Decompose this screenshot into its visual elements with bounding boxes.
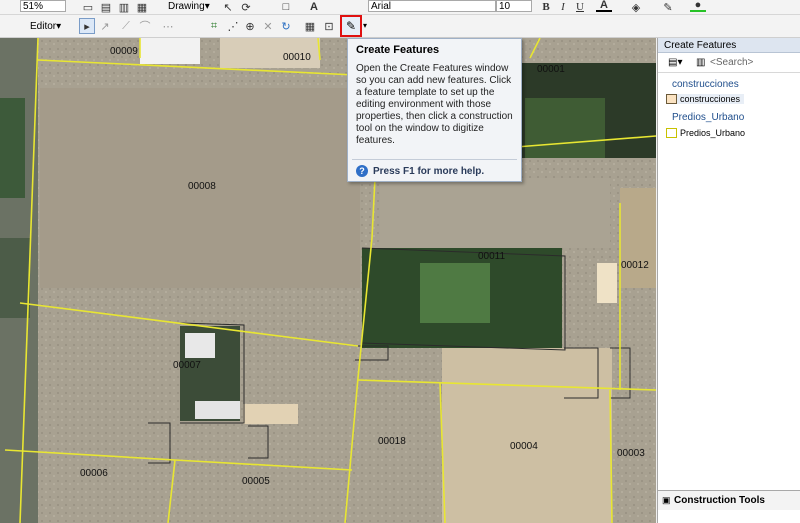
edit-vertices-icon[interactable]: ⌗: [206, 18, 222, 34]
template-list-icon[interactable]: ▥: [696, 57, 705, 68]
tooltip-help: ? Press F1 for more help.: [356, 165, 484, 177]
parcel-label: 00009: [110, 46, 138, 57]
construction-tools-icon: ▣: [662, 495, 671, 505]
parcel-label: 00003: [617, 448, 645, 459]
straight-segment-icon[interactable]: ⟋: [118, 18, 134, 34]
rectangle-tool-icon[interactable]: □: [278, 0, 294, 15]
font-size-combo[interactable]: 10: [496, 0, 532, 12]
template-predios-urbano[interactable]: Predios_Urbano: [666, 128, 745, 138]
parcel-label: 00018: [378, 436, 406, 447]
bold-button[interactable]: B: [538, 0, 554, 15]
help-icon: ?: [356, 165, 368, 177]
fill-color-icon[interactable]: ◈: [628, 0, 644, 15]
template-construcciones[interactable]: construcciones: [666, 94, 745, 104]
sketch-properties-icon[interactable]: ⊡: [321, 18, 337, 34]
font-name-combo[interactable]: Arial: [368, 0, 496, 12]
group-predios-urbano: Predios_Urbano: [672, 112, 745, 123]
underline-button[interactable]: U: [572, 0, 588, 15]
construction-tools-list: [657, 510, 800, 523]
editor-toolbar: Editor ▾ ▸ ↗ ⟋ ⌒ ⋯ ⌗ ⋰ ⊕ ✕ ↻ ▦ ⊡ ✎ ▾: [0, 15, 800, 38]
editor-menu[interactable]: Editor ▾: [30, 18, 61, 34]
parcel-label: 00012: [621, 260, 649, 271]
predios-urbano-swatch: [666, 128, 677, 138]
parcel-label: 00010: [283, 52, 311, 63]
font-color-icon[interactable]: A: [596, 0, 612, 12]
create-features-button[interactable]: ✎: [340, 15, 362, 37]
select-elements-icon[interactable]: ↖: [220, 0, 236, 15]
catalog-icon[interactable]: ▤: [98, 0, 114, 15]
endpoint-arc-icon[interactable]: ⌒: [137, 18, 153, 34]
line-color-icon[interactable]: ✎: [660, 0, 676, 15]
top-toolbar: 51% ▭ ▤ ▥ ▦ Drawing ▾ ↖ ⟳ □ A Arial 10 B …: [0, 0, 800, 15]
trace-icon[interactable]: ⋯: [160, 18, 176, 34]
tooltip-help-text: Press F1 for more help.: [373, 165, 485, 177]
parcel-label: 00001: [537, 64, 565, 75]
parcel-label: 00007: [173, 360, 201, 371]
organize-templates-icon[interactable]: ▤▾: [668, 57, 682, 68]
group-construcciones: construcciones: [672, 79, 739, 90]
attributes-icon[interactable]: ▦: [302, 18, 318, 34]
cut-polygons-icon[interactable]: ⊕: [242, 18, 258, 34]
full-extent-icon[interactable]: ▭: [80, 0, 96, 15]
create-features-tooltip: Create Features Open the Create Features…: [347, 38, 522, 182]
reshape-icon[interactable]: ⋰: [225, 18, 241, 34]
template-construcciones-label: construcciones: [680, 94, 741, 104]
split-icon[interactable]: ✕: [260, 18, 276, 34]
parcel-label: 00008: [188, 181, 216, 192]
italic-button[interactable]: I: [555, 0, 571, 15]
map-canvas: [0, 38, 656, 523]
text-tool-icon[interactable]: A: [306, 0, 322, 15]
search-window-icon[interactable]: ▥: [116, 0, 132, 15]
panel-toolbar: ▤▾ ▥ <Search>: [658, 54, 800, 73]
parcel-label: 00005: [242, 476, 270, 487]
construction-tools-label: Construction Tools: [674, 495, 765, 506]
drawing-menu[interactable]: Drawing ▾: [168, 0, 210, 12]
rotate-feature-icon[interactable]: ↻: [278, 18, 294, 34]
parcel-label: 00006: [80, 468, 108, 479]
toolbar-options-chevron-icon[interactable]: ▾: [363, 21, 367, 30]
template-search-input[interactable]: <Search>: [710, 56, 796, 69]
zoom-combo[interactable]: 51%: [20, 0, 66, 12]
python-icon[interactable]: ▦: [134, 0, 150, 15]
parcel-label: 00011: [478, 251, 506, 262]
template-predios-urbano-label: Predios_Urbano: [680, 128, 746, 138]
tooltip-body: Open the Create Features window so you c…: [356, 63, 513, 146]
construcciones-swatch: [666, 94, 677, 104]
edit-tool-icon[interactable]: ▸: [79, 18, 95, 34]
edit-annotation-icon[interactable]: ↗: [97, 18, 113, 34]
map-view[interactable]: 00009 00010 00001 00008 00011 00012 00007 00018…: [0, 38, 656, 523]
panel-title: Create Features: [658, 38, 800, 53]
marker-color-icon[interactable]: ●: [690, 0, 706, 12]
tooltip-title: Create Features: [356, 44, 440, 56]
create-features-panel: Create Features ▤▾ ▥ <Search> construcci…: [657, 38, 800, 523]
rotate-icon[interactable]: ⟳: [238, 0, 254, 15]
construction-tools-header[interactable]: ▣ Construction Tools: [657, 490, 800, 511]
tooltip-divider: [352, 159, 517, 160]
parcel-label: 00004: [510, 441, 538, 452]
